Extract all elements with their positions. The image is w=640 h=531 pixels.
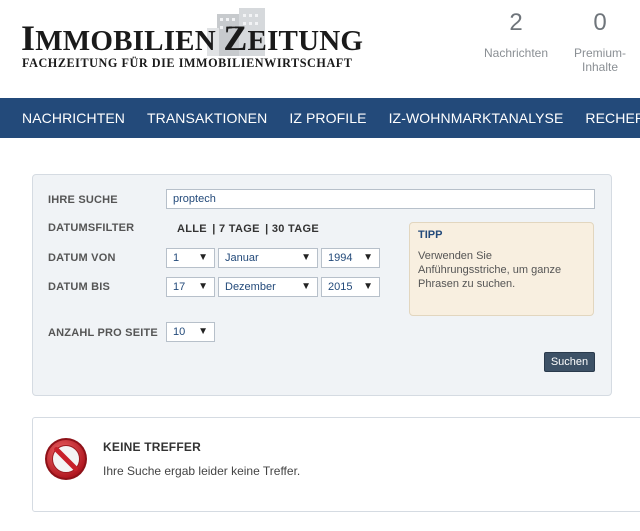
premium-label: Premium- Inhalte bbox=[573, 46, 626, 74]
date-to-year-select[interactable]: 2015 ▼ bbox=[321, 277, 380, 297]
tip-text: Verwenden Sie Anführungsstriche, um ganz… bbox=[418, 250, 562, 290]
tip-title: TIPP bbox=[418, 229, 443, 241]
per-page-label: ANZAHL PRO SEITE bbox=[48, 327, 158, 339]
filter-all-link[interactable]: ALLE bbox=[177, 223, 207, 235]
search-panel: IHRE SUCHE proptech DATUMSFILTER ALLE | … bbox=[32, 174, 612, 396]
chevron-down-icon: ▼ bbox=[198, 281, 208, 292]
nav-item-iz-wohnmarktanalyse[interactable]: IZ-WOHNMARKTANALYSE bbox=[389, 110, 564, 126]
result-message: Ihre Suche ergab leider keine Treffer. bbox=[103, 464, 301, 478]
premium-counter[interactable]: 0 Premium- Inhalte bbox=[566, 8, 634, 74]
date-to-label: DATUM BIS bbox=[48, 281, 111, 293]
chevron-down-icon: ▼ bbox=[301, 252, 311, 263]
nav-item-nachrichten[interactable]: NACHRICHTEN bbox=[22, 110, 125, 126]
per-page-select[interactable]: 10 ▼ bbox=[166, 322, 215, 342]
news-count: 2 bbox=[509, 9, 523, 36]
logo-title: IMMOBILIEN ZEITUNG bbox=[21, 18, 364, 58]
query-label: IHRE SUCHE bbox=[48, 194, 118, 206]
chevron-down-icon: ▼ bbox=[363, 281, 373, 292]
news-label: Nachrichten bbox=[483, 46, 549, 60]
news-counter[interactable]: 2 Nachrichten bbox=[476, 8, 556, 60]
chevron-down-icon: ▼ bbox=[198, 326, 208, 337]
chevron-down-icon: ▼ bbox=[301, 281, 311, 292]
result-title: KEINE TREFFER bbox=[103, 440, 201, 454]
chevron-down-icon: ▼ bbox=[363, 252, 373, 263]
logo-subtitle: FACHZEITUNG FÜR DIE IMMOBILIENWIRTSCHAFT bbox=[22, 56, 353, 70]
quick-date-filters: ALLE | 7 TAGE | 30 TAGE bbox=[177, 223, 321, 235]
tip-box: TIPP Verwenden Sie Anführungsstriche, um… bbox=[409, 222, 594, 316]
search-input[interactable]: proptech bbox=[166, 189, 595, 209]
date-to-month-select[interactable]: Dezember ▼ bbox=[218, 277, 318, 297]
date-from-month-select[interactable]: Januar ▼ bbox=[218, 248, 318, 268]
date-to-day-select[interactable]: 17 ▼ bbox=[166, 277, 215, 297]
no-entry-icon bbox=[45, 438, 87, 480]
result-box: KEINE TREFFER Ihre Suche ergab leider ke… bbox=[32, 417, 640, 512]
main-nav: NACHRICHTEN TRANSAKTIONEN IZ PROFILE IZ-… bbox=[0, 98, 640, 138]
nav-item-transaktionen[interactable]: TRANSAKTIONEN bbox=[147, 110, 267, 126]
date-from-day-select[interactable]: 1 ▼ bbox=[166, 248, 215, 268]
date-filter-label: DATUMSFILTER bbox=[48, 222, 135, 234]
filter-7-days-link[interactable]: | 7 TAGE bbox=[212, 223, 259, 235]
date-from-year-select[interactable]: 1994 ▼ bbox=[321, 248, 380, 268]
search-button[interactable]: Suchen bbox=[544, 352, 595, 372]
premium-count: 0 bbox=[593, 9, 607, 36]
site-logo[interactable]: IMMOBILIEN ZEITUNG FACHZEITUNG FÜR DIE I… bbox=[21, 6, 381, 76]
nav-item-iz-profile[interactable]: IZ PROFILE bbox=[289, 110, 366, 126]
date-from-label: DATUM VON bbox=[48, 252, 116, 264]
chevron-down-icon: ▼ bbox=[198, 252, 208, 263]
filter-30-days-link[interactable]: | 30 TAGE bbox=[265, 223, 319, 235]
nav-item-recherche[interactable]: RECHERCHE bbox=[585, 110, 640, 126]
